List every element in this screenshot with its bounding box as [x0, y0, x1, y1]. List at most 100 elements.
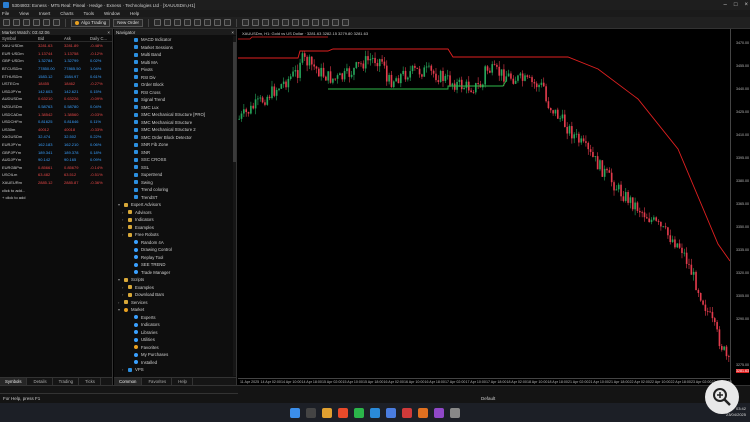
navigator-item[interactable]: SNR — [114, 149, 236, 157]
bar-chart-icon[interactable] — [242, 19, 250, 26]
scrollbar-thumb[interactable] — [233, 42, 236, 162]
templates-icon[interactable] — [342, 19, 350, 26]
navigator-item[interactable]: Supertrend — [114, 171, 236, 179]
market-watch-row[interactable]: GBP·USDm 1.32784 1.32799 0.02% — [0, 57, 112, 65]
market-watch-row[interactable]: click to add... — [0, 186, 112, 194]
market-watch-row[interactable]: XAUEURm 2885.12 2885.87 -0.36% — [0, 179, 112, 187]
navigator-item[interactable]: SSL — [114, 164, 236, 172]
line-chart-icon[interactable] — [262, 19, 270, 26]
navigator-item[interactable]: › Examples — [114, 224, 236, 232]
navigator-item[interactable]: › Indicators — [114, 216, 236, 224]
navigator-item[interactable]: Favorites — [114, 344, 236, 352]
menu-charts[interactable]: Charts — [60, 11, 73, 16]
brave-browser-icon[interactable] — [338, 407, 348, 418]
shapes-icon[interactable] — [224, 19, 232, 26]
market-watch-row[interactable]: NZDUSDm 0.58763 0.58780 0.04% — [0, 103, 112, 111]
column-bid[interactable]: Bid — [38, 36, 64, 41]
market-watch-row[interactable]: EURJPYm 162.183 162.210 0.06% — [0, 141, 112, 149]
periods-icon[interactable] — [332, 19, 340, 26]
navigator-item[interactable]: Swing — [114, 179, 236, 187]
whatsapp-icon[interactable] — [354, 407, 364, 418]
profiles-icon[interactable] — [13, 19, 20, 26]
navigator-item[interactable]: ▾ Expert Advisors — [114, 201, 236, 209]
navigator-item[interactable]: Installed — [114, 359, 236, 367]
fibonacci-icon[interactable] — [204, 19, 212, 26]
menu-view[interactable]: View — [19, 11, 29, 16]
column-daily-change[interactable]: Daily C... — [90, 36, 115, 41]
expand-caret-icon[interactable]: › — [122, 367, 126, 372]
navigator-item[interactable]: SMC Mechanical Structure — [114, 119, 236, 127]
navigator-item[interactable]: MACD Indicator — [114, 36, 236, 44]
navigator-item[interactable]: Order Block — [114, 81, 236, 89]
expand-caret-icon[interactable]: ▾ — [118, 202, 122, 207]
market-watch-row[interactable]: EUR·USDm 1.13744 1.13758 -0.12% — [0, 50, 112, 58]
navigator-icon[interactable] — [33, 19, 40, 26]
zoom-in-icon[interactable] — [272, 19, 280, 26]
navigator-item[interactable]: › VPS — [114, 366, 236, 374]
panel-close-icon[interactable]: × — [231, 30, 234, 35]
navigator-item[interactable]: › Services — [114, 299, 236, 307]
vertical-line-icon[interactable] — [164, 19, 172, 26]
market-watch-row[interactable]: USTECm 18455 18462 -0.27% — [0, 80, 112, 88]
time-axis[interactable]: 11 Apr 2025 14 Apr 02:00 14 Apr 10:00 14 Ap… — [238, 378, 732, 385]
media-player-icon[interactable] — [402, 407, 412, 418]
close-icon[interactable]: × — [744, 2, 748, 8]
start-icon[interactable] — [290, 407, 300, 418]
menu-help[interactable]: Help — [130, 11, 139, 16]
market-watch-row[interactable]: BTCUSDm 77850.00 77865.50 1.04% — [0, 65, 112, 73]
navigator-item[interactable]: › Examples — [114, 284, 236, 292]
menu-window[interactable]: Window — [104, 11, 120, 16]
candlestick-plot[interactable] — [238, 29, 730, 378]
indicators-icon[interactable] — [322, 19, 330, 26]
expand-caret-icon[interactable]: › — [118, 300, 122, 305]
algo-trading-button[interactable]: Algo Trading — [71, 18, 111, 27]
navigator-scrollbar[interactable] — [233, 36, 236, 376]
navigator-item[interactable]: Utilities — [114, 336, 236, 344]
navigator-item[interactable]: RSI Div — [114, 74, 236, 82]
navigator-item[interactable]: Signal Trend — [114, 96, 236, 104]
navigator-item[interactable]: SNR Fib Zone — [114, 141, 236, 149]
terminal-icon[interactable] — [43, 19, 50, 26]
navigator-item[interactable]: Multi Band — [114, 51, 236, 59]
expand-caret-icon[interactable]: › — [122, 217, 126, 222]
minimize-icon[interactable]: – — [724, 2, 727, 8]
maximize-icon[interactable]: □ — [734, 2, 738, 8]
market-watch-row[interactable]: USDCHFm 0.81625 0.81646 0.11% — [0, 118, 112, 126]
navigator-item[interactable]: Multi MA — [114, 59, 236, 67]
column-symbol[interactable]: Symbol — [2, 36, 38, 41]
navigator-item[interactable]: Experts — [114, 314, 236, 322]
market-watch-row[interactable]: XAGUSDm 32.474 32.502 0.22% — [0, 133, 112, 141]
file-explorer-icon[interactable] — [322, 407, 332, 418]
navigator-item[interactable]: Random 4A — [114, 239, 236, 247]
search-icon[interactable] — [306, 407, 316, 418]
navigator-item[interactable]: › Free Robots — [114, 231, 236, 239]
expand-caret-icon[interactable]: › — [122, 285, 126, 290]
market-watch-row[interactable]: XAU·USDm 3281.63 3281.89 -0.48% — [0, 42, 112, 50]
navigator-item[interactable]: My Purchases — [114, 351, 236, 359]
app-icon[interactable] — [434, 407, 444, 418]
crosshair-icon[interactable] — [154, 19, 162, 26]
navigator-item[interactable]: SMC Mechanical Structure [PRO] — [114, 111, 236, 119]
navigator-item[interactable]: Replay Tool — [114, 254, 236, 262]
text-icon[interactable] — [214, 19, 222, 26]
navigator-item[interactable]: ▾ Market — [114, 306, 236, 314]
candlestick-icon[interactable] — [252, 19, 260, 26]
expand-caret-icon[interactable]: › — [122, 225, 126, 230]
panel-close-icon[interactable]: × — [107, 30, 110, 35]
navigator-item[interactable]: Trend coloring — [114, 186, 236, 194]
autoscroll-icon[interactable] — [302, 19, 310, 26]
expand-caret-icon[interactable]: ▾ — [118, 277, 122, 282]
app-icon[interactable] — [386, 407, 396, 418]
market-watch-row[interactable]: GBPJPYm 189.341 189.378 0.18% — [0, 148, 112, 156]
market-watch-row[interactable]: + click to add — [0, 194, 112, 202]
horizontal-line-icon[interactable] — [174, 19, 182, 26]
expand-caret-icon[interactable]: ▾ — [118, 307, 122, 312]
navigator-item[interactable]: Market Sessions — [114, 44, 236, 52]
new-chart-icon[interactable] — [3, 19, 10, 26]
menu-file[interactable]: File — [2, 11, 9, 16]
market-watch-row[interactable]: USOILm 63.482 63.512 -0.51% — [0, 171, 112, 179]
navigator-item[interactable]: Pivots — [114, 66, 236, 74]
expand-caret-icon[interactable]: › — [122, 210, 126, 215]
navigator-item[interactable]: SMC Mechanical Structure 2 — [114, 126, 236, 134]
zoom-out-icon[interactable] — [282, 19, 290, 26]
